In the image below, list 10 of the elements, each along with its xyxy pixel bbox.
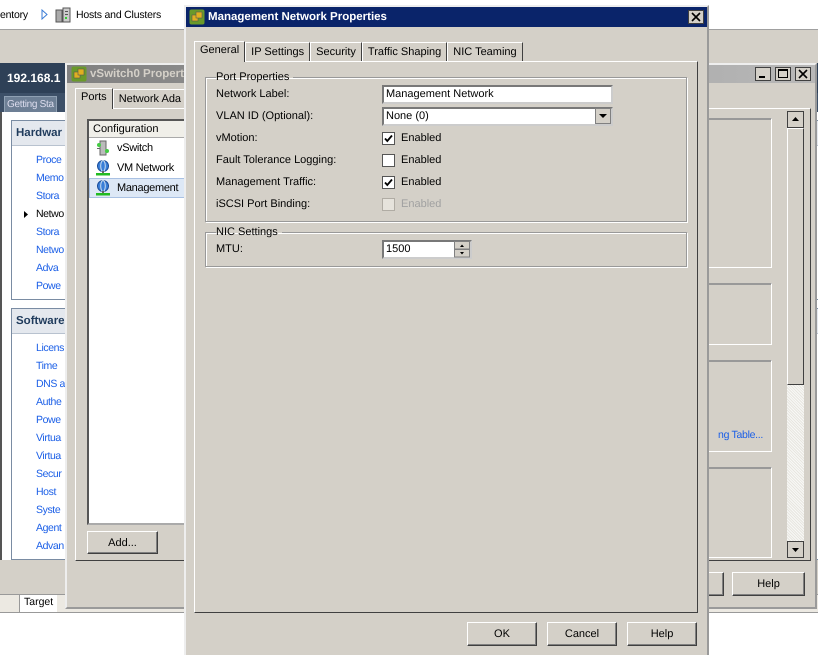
- field-label: VLAN ID (Optional):: [216, 110, 314, 122]
- group-title: NIC Settings: [216, 226, 279, 238]
- field-label: MTU:: [216, 243, 244, 255]
- field-label: Fault Tolerance Logging:: [216, 154, 338, 166]
- field-label: vMotion:: [216, 132, 259, 144]
- group-title: Port Properties: [216, 71, 290, 83]
- field-label: Management Traffic:: [216, 176, 318, 188]
- field-label: iSCSI Port Binding:: [216, 198, 312, 210]
- window-title: vSwitch0 Propert: [90, 68, 184, 80]
- window-title: Management Network Properties: [208, 11, 387, 23]
